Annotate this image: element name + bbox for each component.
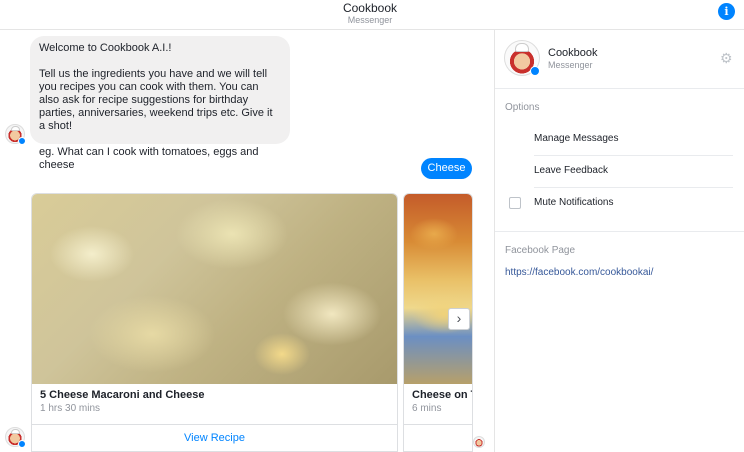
facebook-page-label: Facebook Page xyxy=(505,245,576,256)
welcome-line-3: eg. What can I cook with tomatoes, eggs … xyxy=(39,146,259,171)
messenger-badge-icon xyxy=(18,137,26,145)
info-icon[interactable]: i xyxy=(718,3,735,20)
welcome-line-2: Tell us the ingredients you have and we … xyxy=(39,68,273,132)
manage-messages-option[interactable]: Manage Messages xyxy=(534,133,619,144)
page-name[interactable]: Cookbook xyxy=(548,47,598,59)
page-subtitle: Messenger xyxy=(548,60,593,70)
leave-feedback-option[interactable]: Leave Feedback xyxy=(534,165,608,176)
conversation-info-panel: Cookbook Messenger ⚙ Options Manage Mess… xyxy=(495,30,744,452)
recipe-duration: 1 hrs 30 mins xyxy=(40,403,101,414)
bot-avatar[interactable] xyxy=(5,427,26,448)
page-avatar[interactable] xyxy=(504,40,540,76)
recipe-title: 5 Cheese Macaroni and Cheese xyxy=(40,389,205,401)
divider xyxy=(534,187,733,188)
messenger-badge-icon xyxy=(530,66,540,76)
carousel-next-button[interactable]: › xyxy=(448,308,470,330)
bot-welcome-bubble: Welcome to Cookbook A.I.! Tell us the in… xyxy=(30,36,290,171)
chef-hat-icon xyxy=(515,43,529,52)
recipe-image[interactable] xyxy=(32,194,397,384)
bot-avatar[interactable] xyxy=(5,124,26,145)
view-recipe-button[interactable]: View Recipe xyxy=(32,424,397,451)
mute-notifications-option[interactable]: Mute Notifications xyxy=(534,197,613,208)
divider xyxy=(495,88,744,89)
chef-hat-icon xyxy=(11,126,20,131)
mute-notifications-checkbox[interactable] xyxy=(509,197,521,209)
user-message-bubble[interactable]: Cheese xyxy=(421,158,472,179)
recipe-duration: 6 mins xyxy=(412,403,442,414)
conversation-title: Cookbook xyxy=(342,1,398,15)
conversation-header: Cookbook Messenger i xyxy=(0,0,744,30)
view-recipe-button[interactable] xyxy=(404,424,472,451)
recipe-card[interactable]: 5 Cheese Macaroni and Cheese 1 hrs 30 mi… xyxy=(31,193,398,452)
divider xyxy=(495,231,744,232)
seen-avatar xyxy=(473,436,485,448)
facebook-page-link[interactable]: https://facebook.com/cookbookai/ xyxy=(505,267,653,278)
messenger-badge-icon xyxy=(18,440,26,448)
message-thread[interactable]: Welcome to Cookbook A.I.! Tell us the in… xyxy=(0,30,494,452)
recipe-title: Cheese on To xyxy=(412,389,472,401)
divider xyxy=(534,155,733,156)
chef-hat-icon xyxy=(11,429,20,434)
conversation-subtitle: Messenger xyxy=(347,15,393,25)
gear-icon[interactable]: ⚙ xyxy=(720,51,734,65)
recipe-image[interactable] xyxy=(404,194,472,384)
welcome-line-1: Welcome to Cookbook A.I.! xyxy=(39,42,172,54)
options-label: Options xyxy=(505,102,540,113)
